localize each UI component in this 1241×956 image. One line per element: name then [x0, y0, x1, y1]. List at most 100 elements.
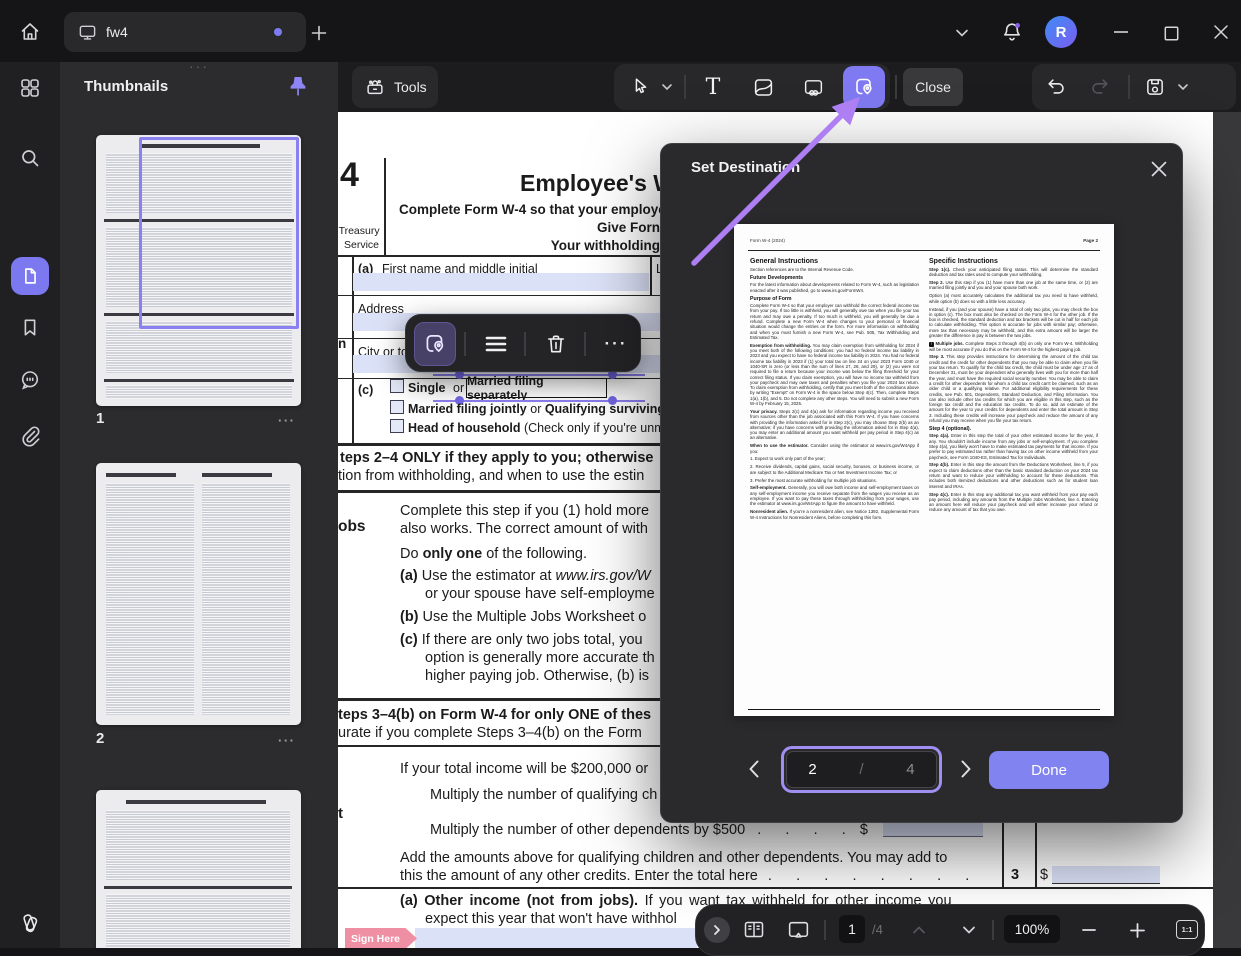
- plus-icon: [310, 24, 328, 42]
- tools-label: Tools: [394, 79, 427, 95]
- page-separator: /: [859, 761, 863, 778]
- presentation-mode-button[interactable]: [784, 916, 812, 944]
- body-text: (b) Use the Multiple Jobs Worksheet o: [400, 609, 646, 625]
- preview-paragraph: Self-employment. Generally, you will owe…: [750, 485, 919, 506]
- pin-panel-button[interactable]: [286, 74, 310, 100]
- panel-title: Thumbnails: [84, 78, 168, 95]
- destination-selection-box[interactable]: Married filing separately: [466, 378, 607, 398]
- mini-list-button[interactable]: [476, 324, 516, 364]
- preview-paragraph: Complete Form W-4 so that your employer …: [750, 303, 919, 340]
- tools-button[interactable]: Tools: [352, 66, 438, 108]
- new-tab-button[interactable]: [308, 22, 330, 44]
- scrollbar-gutter[interactable]: [1213, 112, 1241, 948]
- chevron-down-icon: [1177, 82, 1189, 92]
- monitor-icon: [78, 23, 97, 42]
- form-subtitle: Complete Form W-4 so that your employer: [399, 202, 671, 217]
- minimize-button[interactable]: [1108, 22, 1134, 42]
- sidebar-item-comments[interactable]: [18, 368, 42, 392]
- page-count-label: /4: [872, 922, 883, 937]
- bell-icon: [1000, 20, 1024, 44]
- redo-button[interactable]: [1080, 68, 1118, 106]
- chevron-down-icon: [661, 82, 673, 92]
- select-tool-button[interactable]: [622, 68, 660, 106]
- preview-paragraph: Section references are to the Internal R…: [750, 267, 919, 272]
- save-button[interactable]: [1136, 68, 1174, 106]
- viewport-indicator[interactable]: [139, 137, 299, 329]
- form-subtitle: Give Forn: [460, 220, 660, 235]
- previous-page-button[interactable]: [908, 919, 930, 941]
- sidebar-item-bookmarks[interactable]: [19, 316, 42, 339]
- done-label: Done: [1031, 762, 1067, 779]
- body-text: $: [1040, 867, 1048, 883]
- mini-delete-button[interactable]: [536, 324, 576, 364]
- document-tab[interactable]: fw4: [64, 12, 306, 52]
- destination-tool-button[interactable]: [843, 66, 885, 108]
- thumbnail-page-3[interactable]: [96, 790, 301, 948]
- panel-drag-handle[interactable]: ···: [60, 62, 338, 74]
- thumbnail-2-menu-button[interactable]: ···: [278, 733, 296, 748]
- preview-section-heading: Specific Instructions: [929, 258, 1098, 265]
- checkbox-married-jointly[interactable]: [390, 400, 404, 414]
- body-text: Do only one of the following.: [400, 546, 587, 562]
- form-field-first-name[interactable]: [353, 273, 649, 291]
- page-layout-button[interactable]: [740, 916, 768, 944]
- zoom-out-button[interactable]: [1078, 919, 1100, 941]
- preview-paragraph: Step 4(c). Enter in this step any additi…: [929, 492, 1098, 513]
- home-button[interactable]: [12, 14, 48, 50]
- sidebar-item-search[interactable]: [18, 146, 42, 170]
- signature-field[interactable]: [415, 928, 697, 948]
- avatar[interactable]: R: [1045, 16, 1077, 48]
- preview-paragraph: For the latest information about develop…: [750, 282, 919, 293]
- brand-logo-icon[interactable]: [17, 910, 43, 936]
- close-window-button[interactable]: [1208, 22, 1234, 42]
- mini-more-button[interactable]: ···: [596, 324, 636, 364]
- actual-size-button[interactable]: 1:1: [1176, 920, 1198, 939]
- undo-button[interactable]: [1038, 68, 1076, 106]
- thumbnail-1-menu-button[interactable]: ···: [278, 413, 296, 428]
- close-tool-button[interactable]: Close: [903, 68, 963, 106]
- sidebar-item-apps[interactable]: [18, 76, 42, 100]
- preview-paragraph: Step 1(c). Check your anticipated filing…: [929, 267, 1098, 278]
- thumbnail-page-1[interactable]: [96, 135, 301, 406]
- checkbox-single[interactable]: [390, 379, 404, 393]
- select-tool-dropdown[interactable]: [658, 76, 676, 98]
- grid-icon: [18, 76, 42, 100]
- save-dropdown[interactable]: [1174, 76, 1192, 98]
- form-field-dependents[interactable]: [883, 821, 983, 837]
- unsaved-dot: [274, 28, 282, 36]
- treasury-text: Service: [344, 239, 379, 251]
- form-subtitle: Your withholding: [460, 238, 660, 253]
- checkbox-head-of-household[interactable]: [390, 419, 404, 433]
- image-tool-button[interactable]: [744, 68, 782, 106]
- toolbox-icon: [364, 76, 386, 98]
- pushpin-icon: [286, 74, 310, 100]
- divider: [338, 887, 1213, 889]
- close-label: Close: [915, 79, 951, 95]
- trash-icon: [544, 332, 568, 356]
- preview-paragraph: Instead, if you (and your spouse) have a…: [929, 307, 1098, 339]
- maximize-button[interactable]: [1158, 24, 1184, 42]
- zoom-in-button[interactable]: [1126, 919, 1148, 941]
- sidebar-item-attachments[interactable]: [18, 424, 42, 448]
- next-page-button[interactable]: [958, 919, 980, 941]
- zoom-level-input[interactable]: 100%: [1004, 915, 1060, 943]
- thumbnail-page-2[interactable]: [96, 463, 301, 725]
- sidebar-item-thumbnails[interactable]: [11, 257, 49, 295]
- form-field-line-3[interactable]: [1052, 866, 1160, 884]
- link-tool-button[interactable]: [794, 68, 832, 106]
- bookmark-icon: [19, 316, 42, 339]
- text-tool-button[interactable]: T: [694, 68, 732, 106]
- done-button[interactable]: Done: [989, 751, 1109, 789]
- window-menu-button[interactable]: [950, 22, 974, 44]
- mini-destination-button[interactable]: [414, 322, 456, 366]
- preview-paragraph: Step 2. Use this step if you (1) have mo…: [929, 280, 1098, 291]
- note-text: teps 2–4 ONLY if they apply to you; othe…: [340, 450, 653, 466]
- destination-page-input[interactable]: 2 / 4: [781, 746, 942, 793]
- form-number: 4: [340, 156, 359, 195]
- page-number-input[interactable]: 1: [839, 915, 865, 943]
- previous-page-button[interactable]: [747, 758, 761, 780]
- next-page-button[interactable]: [959, 758, 973, 780]
- notifications-button[interactable]: [998, 18, 1026, 46]
- dialog-close-button[interactable]: [1147, 157, 1171, 181]
- expand-bar-button[interactable]: [704, 917, 730, 943]
